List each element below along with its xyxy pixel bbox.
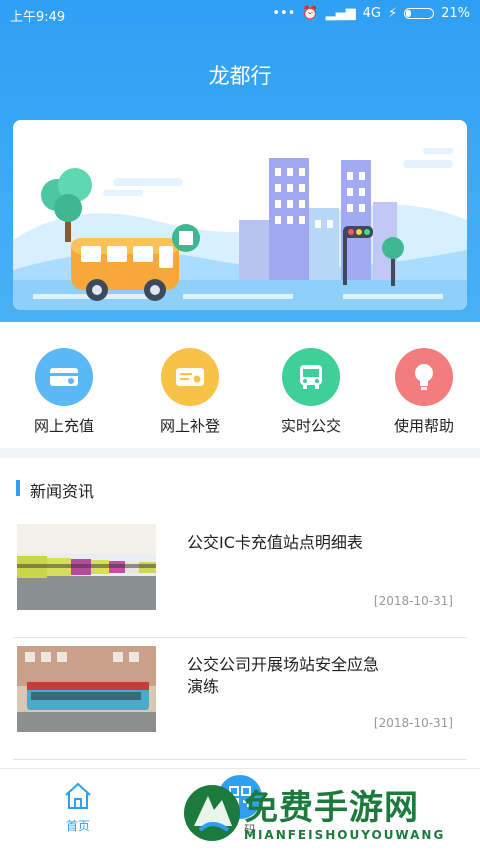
news-thumbnail [17, 646, 156, 732]
quick-label: 使用帮助 [393, 417, 454, 435]
charging-icon: ⚡ [387, 6, 398, 21]
status-time: 上午9:49 [10, 10, 66, 25]
lightbulb-icon [395, 348, 453, 406]
quick-realtime-bus[interactable]: 实时公交 [251, 348, 371, 436]
quick-actions: 网上充值 网上补登 实时公交 使用帮助 [0, 322, 480, 448]
watermark-subtext: MIANFEISHOUYOUWANG [244, 828, 446, 842]
bus-icon [282, 348, 340, 406]
news-thumbnail [17, 524, 156, 610]
quick-recharge[interactable]: 网上充值 [4, 348, 124, 436]
app-title: 龙都行 [208, 64, 272, 88]
news-item[interactable]: 公交IC卡充值站点明细表 [2018-10-31] [13, 516, 467, 638]
news-section: 新闻资讯 公交IC卡充值站点明细表 [2018-10-31] 公交公司开展场站安… [0, 458, 480, 768]
card-icon [35, 348, 93, 406]
quick-label: 网上充值 [33, 417, 94, 435]
battery-percent: 21% [441, 6, 470, 21]
home-icon [65, 782, 91, 809]
battery-fill [406, 10, 412, 17]
quick-reload[interactable]: 网上补登 [130, 348, 250, 436]
status-bar: 上午9:49 ••• ⏰ ▂▄▆ 4G ⚡ 21% [0, 0, 480, 28]
watermark-logo-icon [184, 785, 240, 841]
quick-label: 网上补登 [159, 417, 220, 435]
status-indicators: ••• ⏰ ▂▄▆ 4G ⚡ 21% [272, 6, 470, 21]
banner[interactable] [13, 120, 467, 310]
network-type: 4G [362, 6, 381, 21]
news-date: [2018-10-31] [373, 594, 453, 608]
quick-label: 实时公交 [280, 417, 341, 435]
watermark-text: 免费手游网 [244, 788, 419, 828]
tab-home-label: 首页 [65, 819, 90, 833]
news-headline: 公交IC卡充值站点明细表 [187, 533, 363, 552]
news-date: [2018-10-31] [373, 716, 453, 730]
section-accent [16, 480, 20, 496]
ticket-icon [161, 348, 219, 406]
banner-illustration [13, 120, 467, 310]
tab-home[interactable]: 首页 [48, 781, 108, 834]
quick-help[interactable]: 使用帮助 [364, 348, 480, 436]
header: 上午9:49 ••• ⏰ ▂▄▆ 4G ⚡ 21% 龙都行 [0, 0, 480, 322]
watermark: 免费手游网 MIANFEISHOUYOUWANG [178, 774, 480, 853]
news-section-title: 新闻资讯 [30, 482, 95, 501]
alarm-icon: ⏰ [302, 6, 319, 21]
more-icon: ••• [272, 6, 296, 21]
signal-icon: ▂▄▆ [325, 6, 356, 21]
news-item[interactable]: 公交公司开展场站安全应急演练 [2018-10-31] [13, 638, 467, 760]
battery-icon [404, 8, 435, 19]
news-headline: 公交公司开展场站安全应急演练 [187, 655, 380, 696]
